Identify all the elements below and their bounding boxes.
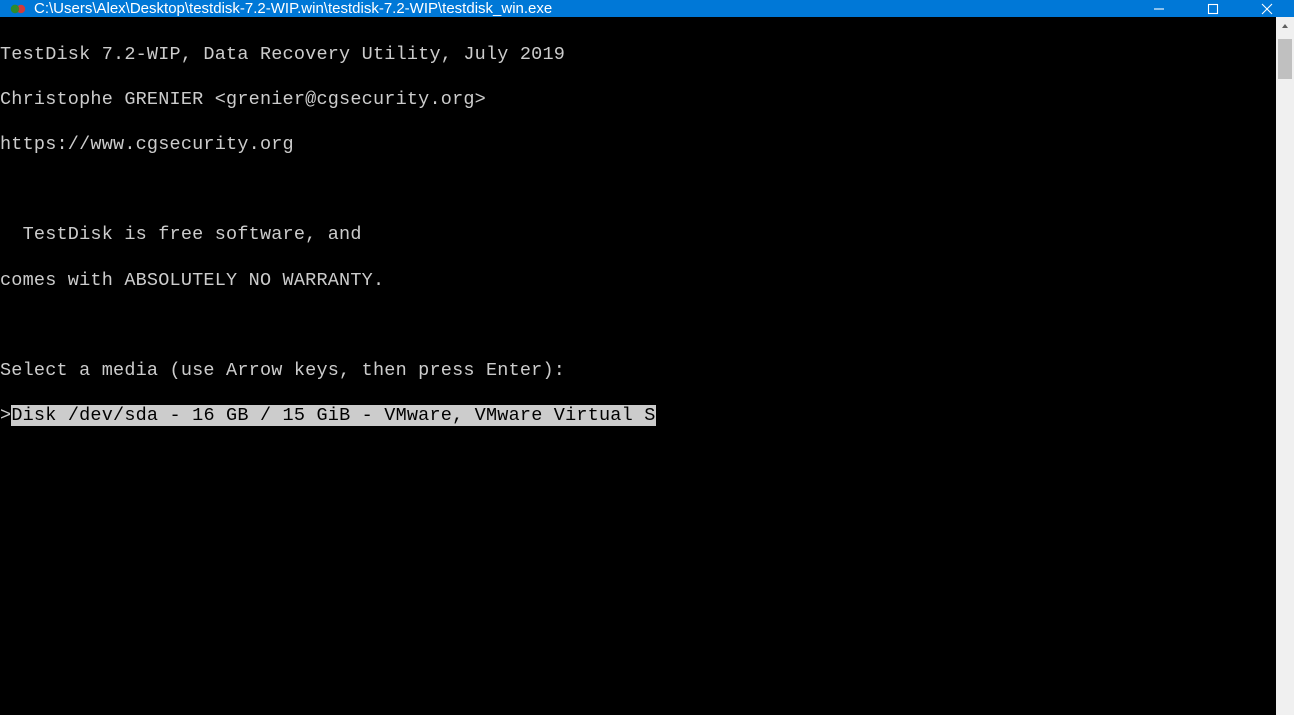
header-line-1: TestDisk 7.2-WIP, Data Recovery Utility,…: [0, 44, 1276, 67]
blank-line: [0, 586, 1276, 609]
app-icon: [10, 1, 26, 17]
vertical-scrollbar[interactable]: [1276, 17, 1294, 715]
client-area: TestDisk 7.2-WIP, Data Recovery Utility,…: [0, 17, 1294, 715]
minimize-button[interactable]: [1132, 0, 1186, 17]
header-line-2: Christophe GRENIER <grenier@cgsecurity.o…: [0, 89, 1276, 112]
disk-label: Disk /dev/sda - 16 GB / 15 GiB - VMware,…: [11, 405, 655, 426]
blank-line: [0, 631, 1276, 654]
window-controls: [1132, 0, 1294, 17]
app-window: C:\Users\Alex\Desktop\testdisk-7.2-WIP.w…: [0, 0, 1294, 715]
window-title: C:\Users\Alex\Desktop\testdisk-7.2-WIP.w…: [34, 0, 1132, 17]
close-button[interactable]: [1240, 0, 1294, 17]
disk-entry-selected[interactable]: >Disk /dev/sda - 16 GB / 15 GiB - VMware…: [0, 405, 1276, 428]
blank-line: [0, 315, 1276, 338]
scrollbar-track[interactable]: [1276, 35, 1294, 715]
header-line-3: https://www.cgsecurity.org: [0, 134, 1276, 157]
blank-line: [0, 179, 1276, 202]
blank-line: [0, 450, 1276, 473]
select-media-prompt: Select a media (use Arrow keys, then pre…: [0, 360, 1276, 383]
maximize-button[interactable]: [1186, 0, 1240, 17]
blank-line: [0, 676, 1276, 699]
terminal-output[interactable]: TestDisk 7.2-WIP, Data Recovery Utility,…: [0, 17, 1276, 715]
intro-line-1: TestDisk is free software, and: [0, 224, 1276, 247]
blank-line: [0, 541, 1276, 564]
disk-cursor: >: [0, 405, 11, 426]
blank-line: [0, 495, 1276, 518]
titlebar[interactable]: C:\Users\Alex\Desktop\testdisk-7.2-WIP.w…: [0, 0, 1294, 17]
scroll-up-arrow-icon[interactable]: [1276, 17, 1294, 35]
scrollbar-thumb[interactable]: [1278, 39, 1292, 79]
intro-line-2: comes with ABSOLUTELY NO WARRANTY.: [0, 270, 1276, 293]
